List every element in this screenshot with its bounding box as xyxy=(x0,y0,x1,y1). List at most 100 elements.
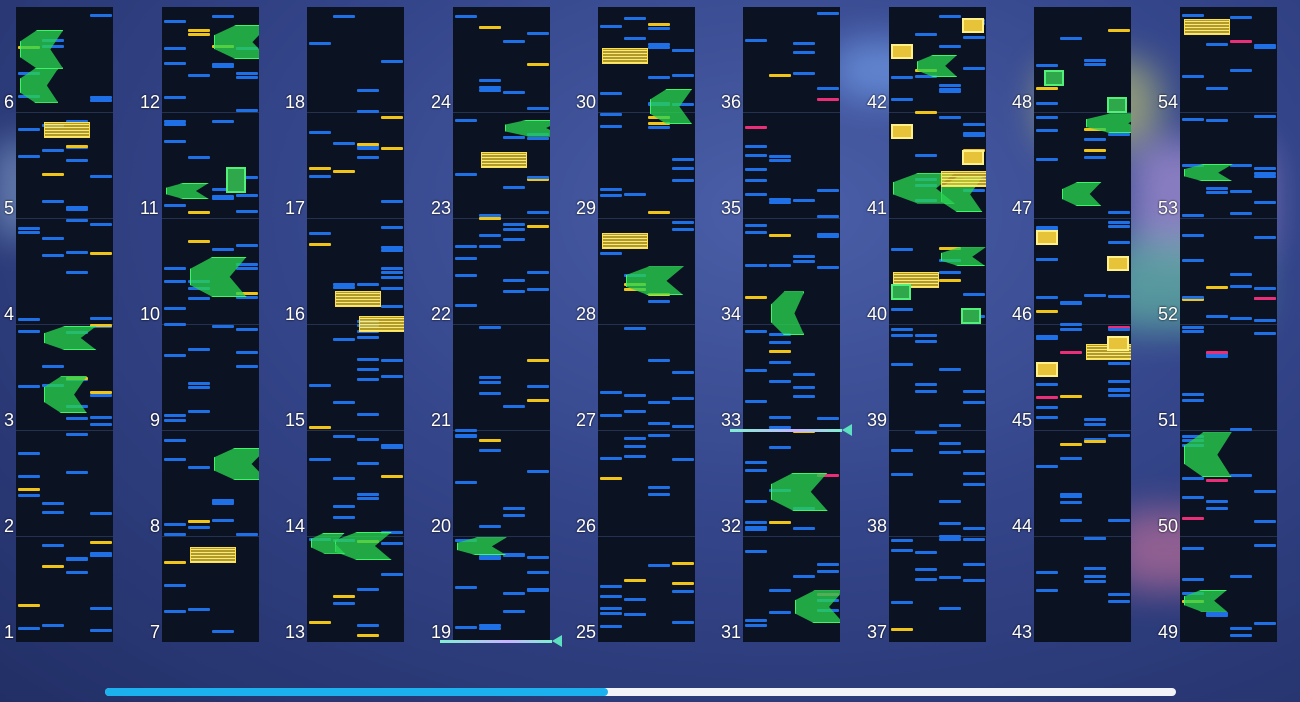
measure-number: 25 xyxy=(576,622,597,642)
flick-hold-note xyxy=(190,547,236,564)
tap-note xyxy=(1084,567,1106,571)
tap-note xyxy=(672,228,694,232)
tap-note xyxy=(1230,68,1252,72)
tap-note xyxy=(672,74,694,78)
tap-note xyxy=(381,271,403,275)
chart-column[interactable] xyxy=(16,7,113,642)
tap-note xyxy=(745,499,767,503)
tap-note xyxy=(333,515,355,519)
tap-note xyxy=(479,245,501,249)
tap-note xyxy=(672,458,694,462)
tap-note xyxy=(769,154,791,158)
tap-note xyxy=(1182,74,1204,78)
tap-note xyxy=(479,89,501,93)
tap-note xyxy=(212,499,234,503)
tap-note xyxy=(963,122,985,126)
chart-column[interactable] xyxy=(743,7,840,642)
measure-number: 52 xyxy=(1158,304,1179,324)
tap-note xyxy=(236,533,258,537)
flick-hold-note xyxy=(481,152,527,169)
tap-note xyxy=(18,329,40,333)
tap-note xyxy=(236,108,258,112)
beat-divider xyxy=(307,218,404,219)
flick-note xyxy=(309,426,331,430)
hold-note xyxy=(626,266,684,296)
tap-note xyxy=(1182,477,1204,481)
tap-note xyxy=(479,376,501,380)
tap-note xyxy=(1060,519,1082,523)
tap-note xyxy=(236,351,258,355)
flick-note xyxy=(1036,310,1058,314)
measure-number: 33 xyxy=(721,410,742,430)
tap-note xyxy=(503,186,525,190)
tap-note xyxy=(1084,417,1106,421)
tap-note xyxy=(212,248,234,252)
tap-note xyxy=(164,438,186,442)
tap-note xyxy=(164,457,186,461)
flick-note xyxy=(357,634,379,638)
tap-note xyxy=(1060,327,1082,331)
tap-note xyxy=(503,228,525,232)
tap-note xyxy=(745,179,767,182)
tap-note xyxy=(939,424,961,428)
tap-note xyxy=(66,158,88,162)
tap-note xyxy=(164,46,186,50)
hold-note xyxy=(505,119,550,137)
chart-column[interactable] xyxy=(889,7,986,642)
beat-divider xyxy=(453,112,550,113)
tap-note xyxy=(817,215,839,218)
tap-note xyxy=(1182,399,1204,403)
tap-note xyxy=(672,589,694,593)
chart-column[interactable] xyxy=(162,7,259,642)
measure-number: 23 xyxy=(431,198,452,218)
timeline-scrollbar[interactable] xyxy=(105,688,1176,696)
tap-note xyxy=(527,106,549,110)
tap-note xyxy=(1036,464,1058,468)
chart-column[interactable] xyxy=(453,7,550,642)
tap-note xyxy=(1254,622,1276,626)
tap-note xyxy=(381,374,403,378)
tap-note xyxy=(1108,240,1130,244)
tap-note xyxy=(624,16,646,20)
chart-column[interactable] xyxy=(307,7,404,642)
tap-note xyxy=(1108,220,1130,224)
chart-column[interactable] xyxy=(1180,7,1277,642)
hold-end-box xyxy=(891,284,911,300)
tap-note xyxy=(648,126,670,130)
flick-box xyxy=(1036,230,1058,245)
tap-note xyxy=(891,75,913,79)
tap-note xyxy=(381,542,403,546)
tap-note xyxy=(939,84,961,88)
beat-divider xyxy=(1034,536,1131,537)
flick-note xyxy=(381,474,403,478)
tap-note xyxy=(164,19,186,23)
tap-note xyxy=(1036,335,1058,339)
tap-note xyxy=(793,254,815,258)
tap-note xyxy=(672,49,694,53)
tap-note xyxy=(357,461,379,465)
tap-note xyxy=(212,14,234,18)
chart-column[interactable] xyxy=(598,7,695,642)
timeline-scroll-fill[interactable] xyxy=(105,688,609,696)
flick-note xyxy=(1108,28,1130,32)
tap-note xyxy=(1108,434,1130,438)
tap-note xyxy=(1230,211,1252,215)
tap-note xyxy=(1036,157,1058,161)
tap-note xyxy=(939,271,961,275)
tap-note xyxy=(1182,393,1204,397)
tap-note xyxy=(164,139,186,143)
chart-overview[interactable]: 1 2 3 4 5 6 7 8 9 10 11 12 13 14 15 16 17 18 19 20 21 22 23 24 2… xyxy=(0,0,1300,660)
measure-number: 49 xyxy=(1158,622,1179,642)
beat-divider xyxy=(453,536,550,537)
measure-number: 28 xyxy=(576,304,597,324)
tap-note xyxy=(963,562,985,566)
tap-note xyxy=(648,75,670,79)
measure-number: 29 xyxy=(576,198,597,218)
tap-note xyxy=(66,250,88,254)
tap-note xyxy=(503,591,525,595)
tap-note xyxy=(939,576,961,580)
tap-note xyxy=(455,304,477,308)
tap-note xyxy=(1230,190,1252,194)
beat-divider xyxy=(162,218,259,219)
tap-note xyxy=(90,316,112,320)
